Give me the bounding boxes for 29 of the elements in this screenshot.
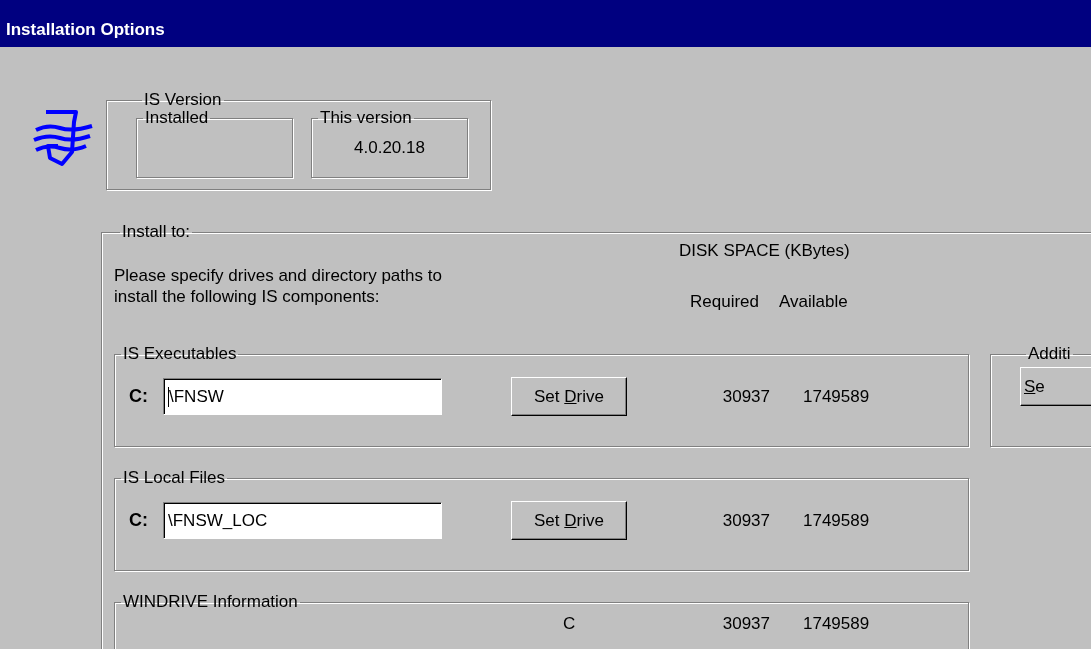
group-label: WINDRIVE Information: [122, 592, 299, 612]
column-heading: Required: [690, 290, 759, 313]
group-label: Additi: [1027, 344, 1072, 364]
column-heading: Available: [779, 290, 848, 313]
drive-letter: C: [563, 613, 577, 635]
group-label: Installed: [144, 108, 210, 128]
waves-icon: [32, 108, 93, 167]
path-field[interactable]: \FNSW_LOC: [163, 502, 442, 539]
required-value: 30937: [721, 385, 770, 408]
set-drive-button[interactable]: Set Drive: [511, 501, 627, 540]
set-drive-button[interactable]: Set Drive: [511, 377, 627, 416]
set-drive-button[interactable]: Se: [1020, 367, 1091, 406]
required-value: 30937: [721, 613, 770, 635]
path-field[interactable]: \FNSW: [163, 378, 442, 415]
drive-letter: C:: [129, 385, 149, 408]
drive-letter: C:: [129, 509, 149, 532]
required-value: 30937: [721, 509, 770, 532]
available-value: 1749589: [803, 509, 870, 532]
disk-space-heading: DISK SPACE (KBytes): [679, 240, 850, 262]
group-label: IS Version: [143, 90, 223, 110]
group-label: IS Executables: [122, 344, 238, 364]
group-label: IS Local Files: [122, 468, 227, 488]
version-value: 4.0.20.18: [354, 137, 425, 159]
available-value: 1749589: [803, 613, 870, 635]
group-label: This version: [319, 108, 413, 128]
instructions-text: Please specify drives and directory paths to install the following IS components:: [114, 265, 443, 308]
available-value: 1749589: [803, 385, 870, 408]
window-title: Installation Options: [6, 18, 165, 41]
group-label: Install to:: [121, 222, 192, 242]
